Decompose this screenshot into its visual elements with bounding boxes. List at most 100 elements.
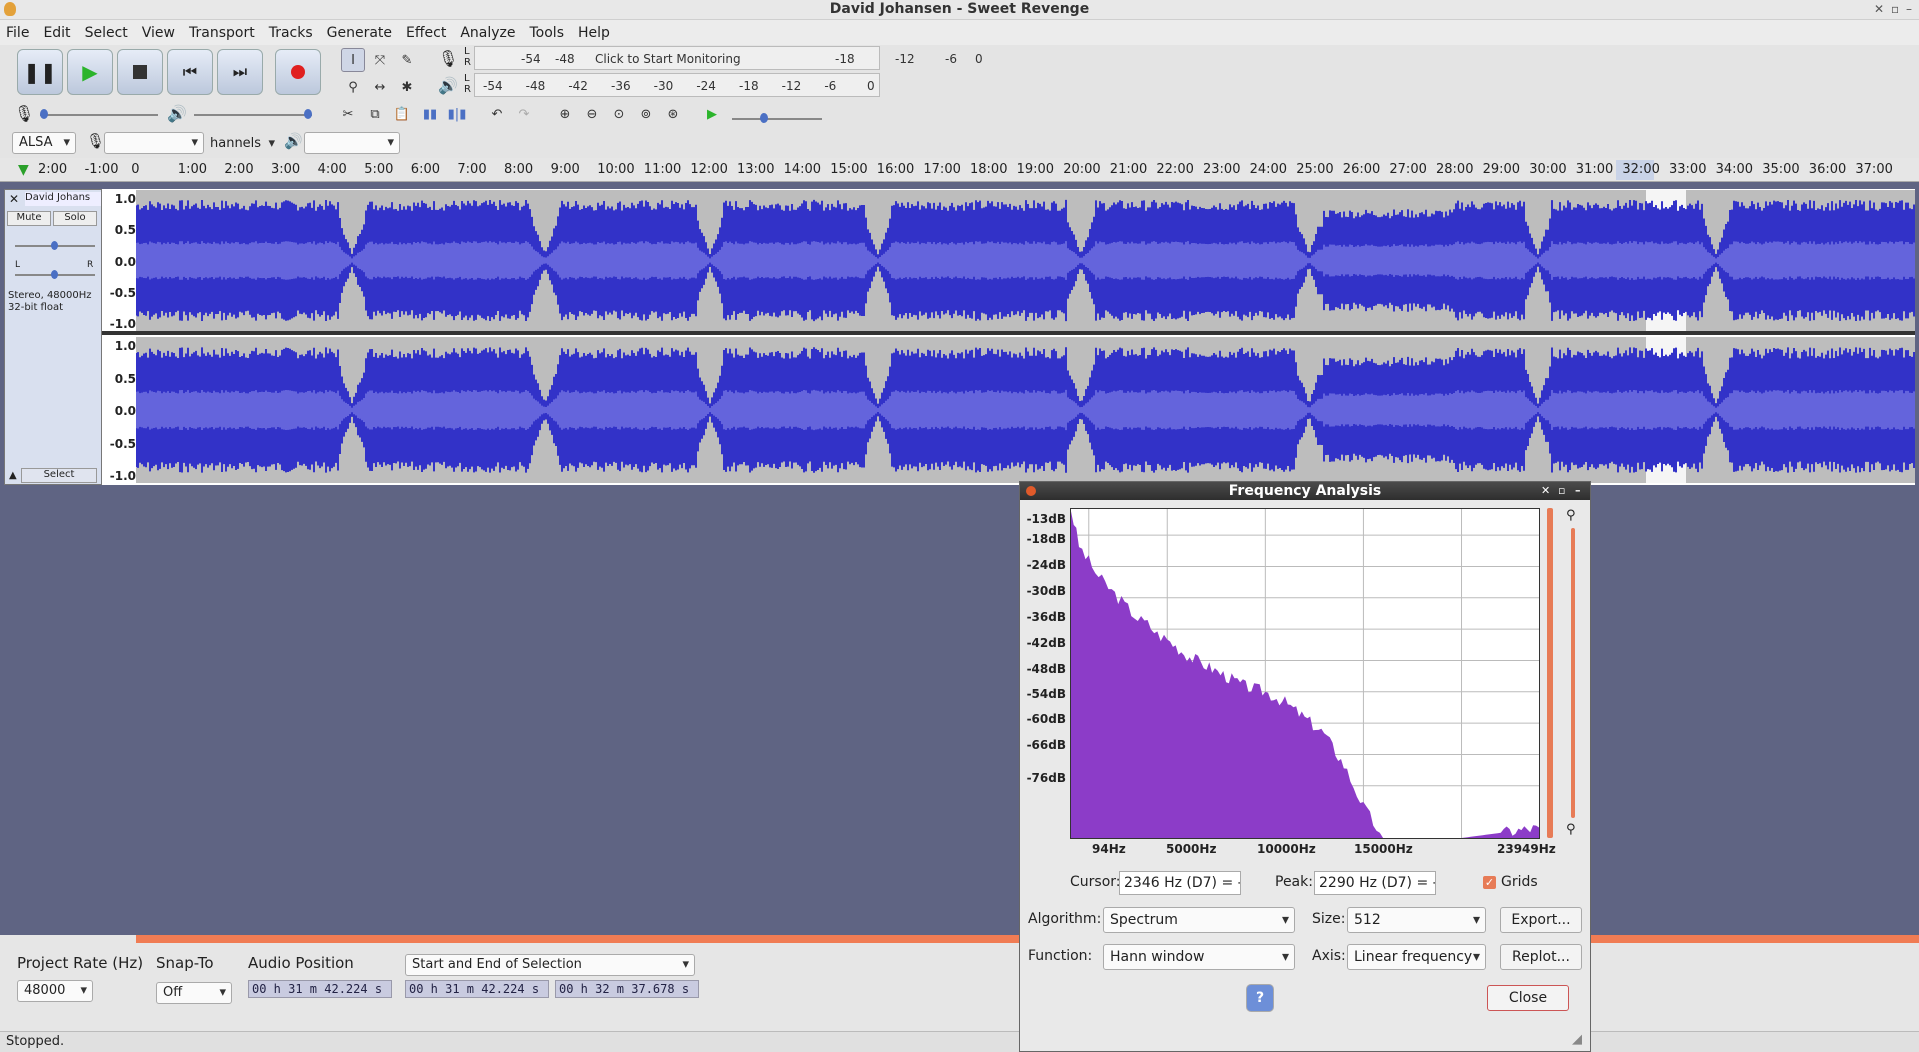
selection-mode-select[interactable]: Start and End of Selection xyxy=(405,954,695,976)
pan-slider[interactable] xyxy=(15,270,95,279)
zoom-tool[interactable]: ⚲ xyxy=(341,75,365,99)
zoom-out-icon[interactable]: ⚲ xyxy=(1566,822,1576,837)
skip-to-start-button[interactable]: ⏮ xyxy=(167,49,213,95)
project-rate-select[interactable]: 48000 xyxy=(17,980,93,1002)
cut-button[interactable]: ✂ xyxy=(336,102,360,126)
collapse-track-icon[interactable]: ▲ xyxy=(9,470,17,481)
menu-transport[interactable]: Transport xyxy=(189,25,255,41)
export-button[interactable]: Export... xyxy=(1500,907,1582,933)
play-speed-slider[interactable] xyxy=(732,113,822,123)
replot-button[interactable]: Replot... xyxy=(1500,944,1582,970)
record-volume-slider[interactable] xyxy=(40,109,158,119)
maximize-window-icon[interactable]: ▫ xyxy=(1891,0,1899,19)
waveform-right-channel[interactable] xyxy=(136,337,1915,483)
selection-tool[interactable]: I xyxy=(341,48,365,72)
ruler-tick: 36:00 xyxy=(1808,162,1847,177)
track-waveform-area[interactable]: 1.0 0.5 0.0 -0.5 -1.0 1.0 0.5 0.0 -0.5 -1.0 xyxy=(102,189,1915,485)
zoom-slider[interactable] xyxy=(1571,528,1575,818)
speaker-icon[interactable]: 🔊 xyxy=(438,76,458,95)
draw-tool[interactable]: ✎ xyxy=(395,48,419,72)
playback-meter[interactable]: -54 -48 -42 -36 -30 -24 -18 -12 -6 0 xyxy=(474,73,880,97)
pause-button[interactable]: ❚❚ xyxy=(17,49,63,95)
paste-button[interactable]: 📋 xyxy=(390,102,414,126)
audio-host-select[interactable]: ALSA xyxy=(12,132,76,154)
menu-view[interactable]: View xyxy=(142,25,175,41)
help-button[interactable]: ? xyxy=(1246,984,1274,1012)
dialog-maximize-icon[interactable]: ▫ xyxy=(1558,482,1565,500)
resize-grip-icon[interactable]: ◢ xyxy=(1572,1032,1582,1047)
zoom-toggle-button[interactable]: ⊛ xyxy=(661,102,685,126)
size-select[interactable]: 512 xyxy=(1347,907,1486,933)
fit-project-button[interactable]: ⊚ xyxy=(634,102,658,126)
zoom-in-icon[interactable]: ⚲ xyxy=(1566,508,1576,523)
spectrum-plot[interactable] xyxy=(1070,508,1540,839)
dialog-minimize-icon[interactable]: – xyxy=(1575,482,1581,500)
track-format-info: Stereo, 48000Hz 32-bit float xyxy=(8,290,92,313)
menu-select[interactable]: Select xyxy=(85,25,128,41)
waveform-left-channel[interactable] xyxy=(136,190,1915,331)
amplitude-scale-label: 1.0 xyxy=(114,339,136,353)
algorithm-select[interactable]: Spectrum xyxy=(1103,907,1295,933)
multi-tool[interactable]: ✱ xyxy=(395,75,419,99)
recording-channels-select[interactable]: hannels xyxy=(204,134,280,156)
meter-tick: -12 xyxy=(895,52,915,66)
trim-button[interactable]: ▮▮ xyxy=(418,102,442,126)
silence-icon: ▮|▮ xyxy=(447,106,467,122)
minimize-window-icon[interactable]: – xyxy=(1906,0,1912,19)
recording-device-select[interactable] xyxy=(104,132,204,154)
ruler-tick: 10:00 xyxy=(597,162,635,177)
playback-volume-icon: 🔊 xyxy=(167,104,187,123)
copy-button[interactable]: ⧉ xyxy=(363,102,387,126)
close-track-icon[interactable]: ✕ xyxy=(9,192,19,206)
menu-analyze[interactable]: Analyze xyxy=(460,25,515,41)
menu-tracks[interactable]: Tracks xyxy=(269,25,313,41)
fit-selection-icon: ⊙ xyxy=(613,106,625,122)
spectrum-area xyxy=(1071,511,1539,838)
zoom-in-button[interactable]: ⊕ xyxy=(553,102,577,126)
audio-position-time[interactable]: 00 h 31 m 42.224 s xyxy=(248,980,392,998)
undo-button[interactable]: ↶ xyxy=(485,102,509,126)
snap-to-select[interactable]: Off xyxy=(156,982,232,1004)
stop-icon xyxy=(133,65,147,79)
meter-tick: -30 xyxy=(653,79,674,93)
play-button[interactable]: ▶ xyxy=(67,49,113,95)
play-at-speed-button[interactable]: ▶ xyxy=(700,102,724,126)
playback-device-select[interactable] xyxy=(304,132,400,154)
fit-selection-button[interactable]: ⊙ xyxy=(607,102,631,126)
menu-file[interactable]: File xyxy=(6,25,29,41)
ruler-tick: 15:00 xyxy=(830,162,868,177)
status-bar: Stopped. xyxy=(0,1031,1919,1052)
dialog-close-icon[interactable]: ✕ xyxy=(1541,482,1550,500)
silence-button[interactable]: ▮|▮ xyxy=(445,102,469,126)
menu-edit[interactable]: Edit xyxy=(43,25,70,41)
menu-effect[interactable]: Effect xyxy=(406,25,446,41)
record-button[interactable] xyxy=(275,49,321,95)
playback-volume-slider[interactable] xyxy=(194,109,312,119)
time-shift-tool[interactable]: ↔ xyxy=(368,75,392,99)
function-label: Function: xyxy=(1028,948,1093,964)
gain-slider[interactable] xyxy=(15,241,95,250)
zoom-out-button[interactable]: ⊖ xyxy=(580,102,604,126)
selection-start-time[interactable]: 00 h 31 m 42.224 s xyxy=(405,980,549,998)
timeline-ruler[interactable]: ▼ 2:00 -1:00 0 1:00 2:00 3:00 4:00 5:00 6:00 7:00… xyxy=(0,158,1919,182)
axis-select[interactable]: Linear frequency xyxy=(1347,944,1486,970)
track-name-menu[interactable]: David Johans xyxy=(25,192,101,206)
redo-button[interactable]: ↷ xyxy=(512,102,536,126)
skip-to-end-button[interactable]: ⏭ xyxy=(217,49,263,95)
grids-checkbox[interactable]: ✓ xyxy=(1483,876,1496,889)
envelope-tool[interactable]: ⤧ xyxy=(368,48,392,72)
close-button[interactable]: Close xyxy=(1487,985,1569,1011)
selection-end-time[interactable]: 00 h 32 m 37.678 s xyxy=(555,980,699,998)
menu-tools[interactable]: Tools xyxy=(530,25,565,41)
microphone-icon[interactable]: 🎙 xyxy=(438,49,458,68)
mute-button[interactable]: Mute xyxy=(7,211,51,226)
solo-button[interactable]: Solo xyxy=(53,211,97,226)
menu-help[interactable]: Help xyxy=(578,25,610,41)
record-meter[interactable]: -54 -48 Click to Start Monitoring -18 -12 -6 0 xyxy=(474,46,983,70)
function-select[interactable]: Hann window xyxy=(1103,944,1295,970)
select-track-button[interactable]: Select xyxy=(21,468,97,483)
range-scrollbar[interactable] xyxy=(1547,508,1553,838)
menu-generate[interactable]: Generate xyxy=(327,25,392,41)
stop-button[interactable] xyxy=(117,49,163,95)
close-window-icon[interactable]: ✕ xyxy=(1874,0,1884,19)
